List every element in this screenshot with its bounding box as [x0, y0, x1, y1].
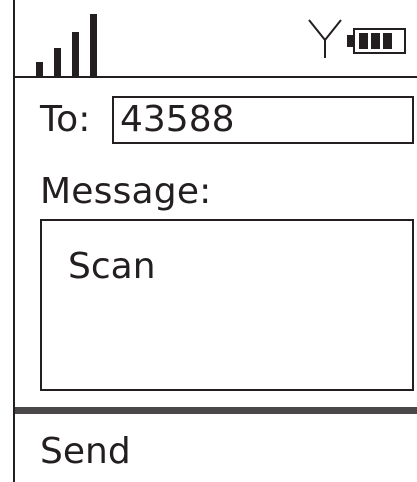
signal-strength-icon — [36, 14, 97, 76]
phone-screen: To: 43588 Message: Scan Send — [13, 0, 417, 482]
status-divider — [15, 76, 417, 78]
send-button[interactable]: Send — [40, 434, 131, 470]
softkey-divider — [15, 407, 417, 414]
message-text: Scan — [68, 246, 156, 287]
to-label: To: — [40, 99, 91, 140]
antenna-icon — [308, 19, 342, 58]
status-bar — [15, 0, 417, 78]
battery-icon — [347, 28, 406, 54]
recipient-input[interactable]: 43588 — [112, 96, 414, 144]
message-textarea[interactable]: Scan — [40, 219, 414, 391]
message-label: Message: — [40, 171, 212, 212]
